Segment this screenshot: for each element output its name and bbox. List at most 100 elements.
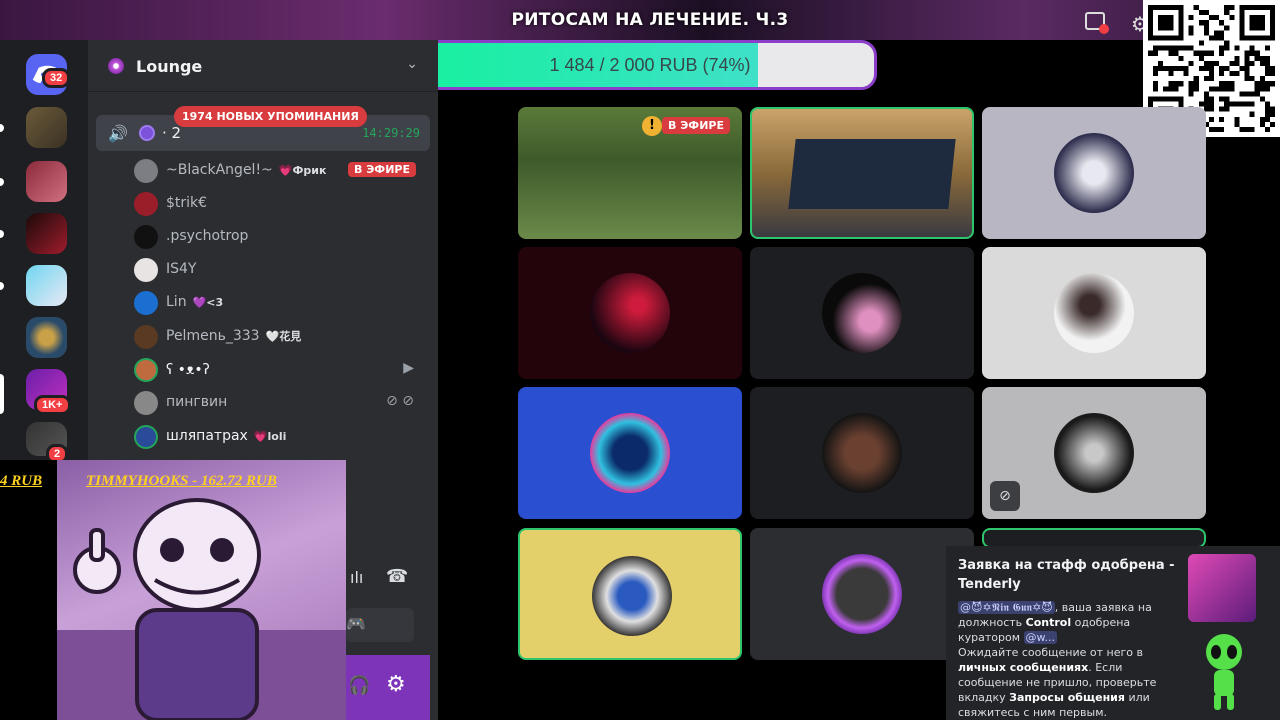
member-name: шляпатрах 💗loli (166, 428, 287, 444)
channel-status-dot (139, 125, 155, 141)
avatar (134, 291, 158, 315)
user-tile[interactable] (750, 528, 974, 660)
avatar (134, 425, 158, 449)
avatar (134, 192, 158, 216)
member-tag: 🤍花見 (265, 330, 302, 343)
sans-artwork (57, 460, 346, 720)
server-name: Lounge (136, 57, 203, 76)
member-name: Pelmenь_333 🤍花見 (166, 328, 302, 344)
avatar (590, 273, 670, 353)
disconnect-icon[interactable]: ☎ (386, 566, 408, 587)
notification-toast[interactable]: Заявка на стафф одобрена - Tenderly @😈✡𝕹… (946, 546, 1280, 720)
streamer-camera: 4 RUB TIMMYHOOKS - 162.72 RUB (0, 460, 346, 720)
stream-tile-forest[interactable]: ! В ЭФИРЕ (518, 107, 742, 239)
server-badge-1k: 1K+ (34, 395, 71, 415)
soundboard-icon[interactable]: ılı (350, 568, 363, 587)
avatar (592, 556, 672, 636)
member-name: IS4Y (166, 261, 197, 277)
user-tile[interactable] (982, 107, 1206, 239)
user-tile[interactable] (982, 528, 1206, 548)
live-badge: В ЭФИРЕ (348, 162, 416, 177)
notification-title: Заявка на стафф одобрена - Tenderly (958, 558, 1175, 592)
user-controls: 🎧 ⚙ (346, 655, 430, 720)
member-name: пингвин (166, 394, 228, 410)
avatar (822, 413, 902, 493)
avatar (1054, 273, 1134, 353)
voice-member[interactable]: шляпатрах 💗loli (134, 422, 424, 452)
member-tag: 💗loli (253, 430, 287, 443)
unread-indicator (0, 124, 4, 132)
home-badge: 32 (42, 68, 71, 88)
member-name: ʕ •ᴥ•ʔ (166, 362, 210, 378)
avatar (134, 391, 158, 415)
curator-mention[interactable]: @w... (1023, 631, 1058, 644)
user-tile[interactable] (518, 387, 742, 519)
avatar (822, 273, 902, 353)
gamepad-icon[interactable]: 🎮 (346, 614, 366, 633)
stream-title: РИТОСАМ НА ЛЕЧЕНИЕ. Ч.3 (511, 10, 789, 30)
voice-member[interactable]: ~BlackAngel!~ 💗Фрик В ЭФИРЕ (134, 156, 424, 186)
avatar (134, 358, 158, 382)
headphones-icon[interactable]: 🎧 (348, 675, 370, 696)
user-mention[interactable]: @😈✡𝕹𝖎𝖓 𝕲𝖚𝖓✡😈 (958, 601, 1055, 614)
donation-goal-text: 1 484 / 2 000 RUB (74%) (549, 55, 751, 75)
gear-icon[interactable]: ⚙ (386, 672, 406, 697)
avatar (134, 325, 158, 349)
voice-member[interactable]: .psychotrop (134, 222, 424, 252)
voice-member[interactable]: Lin 💜<3 (134, 288, 424, 318)
server-icon-anime[interactable] (26, 213, 67, 254)
donation-ticker-right: TIMMYHOOKS - 162.72 RUB (86, 473, 277, 489)
notification-image (1188, 554, 1256, 622)
unread-indicator (0, 178, 4, 186)
speaker-icon: 🔊 (108, 124, 128, 143)
warning-icon: ! (642, 116, 662, 136)
activity-bar: 🎮 (346, 608, 414, 642)
user-tile[interactable]: ⊘ (982, 387, 1206, 519)
member-tag: 💗Фрик (278, 164, 327, 177)
stream-tile-laptop[interactable] (750, 107, 974, 239)
server-icon-league[interactable] (26, 317, 67, 358)
alien-icon (1206, 634, 1242, 710)
member-name: Lin 💜<3 (166, 294, 224, 310)
member-name: ~BlackAngel!~ 💗Фрик (166, 162, 327, 178)
server-header[interactable]: Lounge ⌄ (88, 40, 438, 92)
donation-goal-bar: 1 484 / 2 000 RUB (74%) (423, 40, 877, 90)
notification-body: @😈✡𝕹𝖎𝖓 𝕲𝖚𝖓✡😈, ваша заявка на должность C… (958, 601, 1157, 719)
user-tile[interactable] (982, 247, 1206, 379)
chevron-down-icon: ⌄ (406, 56, 418, 72)
server-icon (108, 58, 124, 74)
voice-member[interactable]: IS4Y (134, 255, 424, 285)
unread-indicator (0, 230, 4, 238)
unread-indicator (0, 282, 4, 290)
user-tile[interactable] (518, 247, 742, 379)
voice-member[interactable]: Pelmenь_333 🤍花見 (134, 322, 424, 352)
new-mentions-pill[interactable]: 1974 НОВЫХ УПОМИНАНИЯ (174, 106, 367, 127)
server-icon-red[interactable] (26, 161, 67, 202)
avatar (822, 554, 902, 634)
record-icon[interactable] (1085, 12, 1109, 34)
voice-member[interactable]: ʕ •ᴥ•ʔ ▶ (134, 355, 424, 385)
video-camera-icon: ▶ (403, 360, 414, 376)
server-icon-miku[interactable] (26, 265, 67, 306)
server-rail: 32 1K+ 2 (0, 40, 88, 470)
avatar (134, 159, 158, 183)
avatar (1054, 413, 1134, 493)
voice-member[interactable]: пингвин ⊘ ⊘ (134, 388, 424, 418)
user-tile[interactable] (518, 528, 742, 660)
member-name: $trik€ (166, 195, 208, 211)
avatar (134, 258, 158, 282)
user-tile[interactable] (750, 247, 974, 379)
voice-channel-time: 14:29:29 (362, 126, 420, 140)
member-name: .psychotrop (166, 228, 249, 244)
user-tile[interactable] (750, 387, 974, 519)
avatar (134, 225, 158, 249)
server-icon-tank[interactable] (26, 107, 67, 148)
selected-indicator (0, 374, 4, 414)
voice-member[interactable]: $trik€ (134, 189, 424, 219)
avatar (590, 413, 670, 493)
donation-ticker-left: 4 RUB (0, 473, 43, 489)
muted-deafened-icon: ⊘ ⊘ (386, 393, 414, 409)
camera-off-icon: ⊘ (990, 481, 1020, 511)
avatar (1054, 133, 1134, 213)
laptop-screen (788, 139, 956, 209)
